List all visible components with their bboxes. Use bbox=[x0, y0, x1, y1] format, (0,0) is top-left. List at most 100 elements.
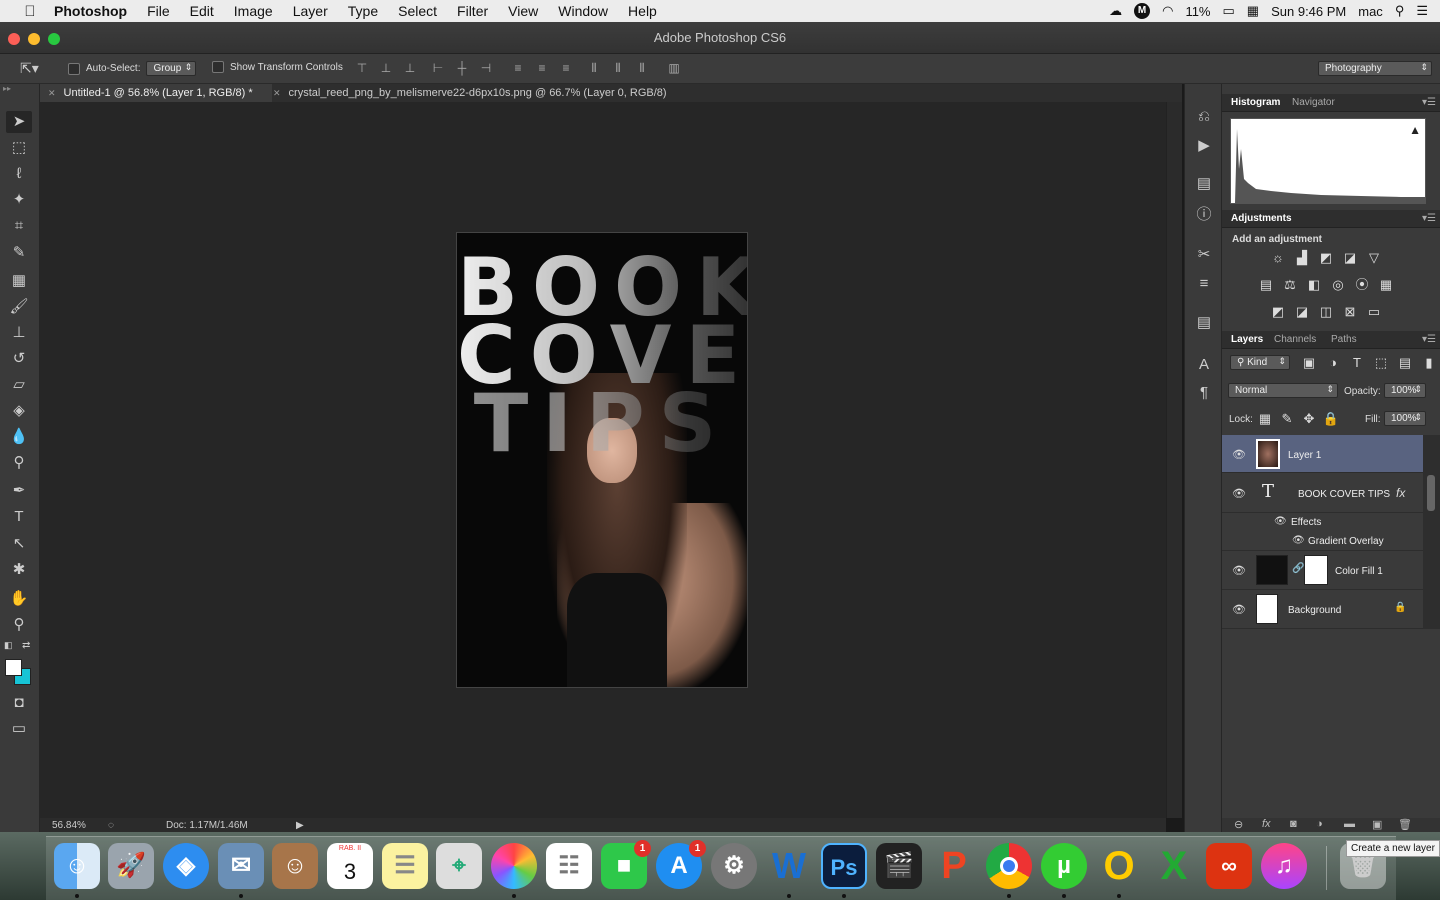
properties-panel-icon[interactable]: ▤ bbox=[1193, 173, 1215, 195]
distribute-vcenter-icon[interactable]: ≡ bbox=[534, 60, 550, 76]
dodge-tool-icon[interactable]: ⚲ bbox=[6, 452, 32, 474]
distribute-bottom-icon[interactable]: ≡ bbox=[558, 60, 574, 76]
app-store-icon[interactable]: A1 bbox=[656, 840, 706, 889]
layers-scroll-thumb[interactable] bbox=[1427, 475, 1435, 511]
default-colors-icon[interactable]: ◧ bbox=[4, 640, 13, 651]
utorrent-icon[interactable]: µ bbox=[1041, 843, 1087, 889]
distribute-top-icon[interactable]: ≡ bbox=[510, 60, 526, 76]
eraser-tool-icon[interactable]: ▱ bbox=[6, 374, 32, 396]
align-vertical-centers-icon[interactable]: ⊥ bbox=[378, 60, 394, 76]
distribute-left-icon[interactable]: ⫴ bbox=[586, 60, 602, 76]
layer-row-color-fill[interactable]: 👁 🔗 Color Fill 1 bbox=[1222, 551, 1423, 590]
layer-row-layer-1[interactable]: 👁 Layer 1 bbox=[1222, 435, 1423, 473]
lock-all-icon[interactable]: 🔒 bbox=[1322, 411, 1340, 427]
calendar-menu-icon[interactable]: ▦ bbox=[1247, 3, 1259, 19]
new-group-icon[interactable]: ▬ bbox=[1344, 818, 1355, 830]
mail-icon[interactable]: ✉ bbox=[218, 843, 264, 889]
paragraph-panel-icon[interactable]: ¶ bbox=[1193, 382, 1215, 404]
word-icon[interactable]: W bbox=[766, 843, 812, 889]
gradient-overlay-row[interactable]: 👁 Gradient Overlay bbox=[1222, 532, 1423, 551]
gradient-map-icon[interactable]: ▭ bbox=[1365, 304, 1383, 320]
maps-icon[interactable]: ⌖ bbox=[436, 843, 482, 889]
align-top-edges-icon[interactable]: ⊤ bbox=[354, 60, 370, 76]
user-name[interactable]: mac bbox=[1358, 4, 1383, 19]
link-icon[interactable]: 🔗 bbox=[1292, 563, 1304, 574]
filter-smart-object-icon[interactable]: ▤ bbox=[1396, 355, 1414, 371]
move-tool-icon[interactable]: ➤ bbox=[6, 111, 32, 133]
vibrance-icon[interactable]: ▽ bbox=[1365, 250, 1383, 266]
align-bottom-edges-icon[interactable]: ⊥ bbox=[402, 60, 418, 76]
visibility-eye-icon[interactable]: 👁 bbox=[1232, 564, 1246, 577]
brush-presets-icon[interactable]: ✂ bbox=[1193, 244, 1215, 266]
filter-shape-icon[interactable]: ⬚ bbox=[1372, 355, 1390, 371]
notes-icon[interactable]: ☰ bbox=[382, 843, 428, 889]
tab-histogram[interactable]: Histogram bbox=[1231, 94, 1280, 112]
layer-row-text[interactable]: 👁 T BOOK COVER TIPS fx bbox=[1222, 473, 1423, 513]
add-mask-icon[interactable]: ◙ bbox=[1290, 818, 1297, 830]
menu-view[interactable]: View bbox=[508, 3, 538, 19]
chrome-icon[interactable] bbox=[986, 843, 1032, 889]
tab-adjustments[interactable]: Adjustments bbox=[1231, 210, 1292, 228]
histogram-warning-icon[interactable]: ▲ bbox=[1409, 123, 1421, 137]
notification-center-icon[interactable]: ☰ bbox=[1416, 3, 1428, 19]
lock-position-icon[interactable]: ✥ bbox=[1300, 411, 1318, 427]
menu-edit[interactable]: Edit bbox=[190, 3, 214, 19]
color-lookup-icon[interactable]: ▦ bbox=[1377, 277, 1395, 293]
filter-kind-dropdown[interactable]: ⚲ Kind bbox=[1230, 355, 1290, 370]
foreground-color-swatch[interactable] bbox=[5, 659, 22, 676]
excel-icon[interactable]: X bbox=[1151, 843, 1197, 889]
posterize-icon[interactable]: ◪ bbox=[1293, 304, 1311, 320]
photos-icon[interactable] bbox=[491, 843, 537, 889]
menu-file[interactable]: File bbox=[147, 3, 170, 19]
visibility-eye-icon[interactable]: 👁 bbox=[1292, 535, 1305, 546]
brightness-contrast-icon[interactable]: ☼ bbox=[1269, 250, 1287, 266]
launchpad-icon[interactable]: 🚀 bbox=[108, 843, 154, 889]
malwarebytes-icon[interactable]: M bbox=[1134, 3, 1151, 19]
system-preferences-icon[interactable]: ⚙ bbox=[711, 843, 757, 889]
layers-scrollbar[interactable] bbox=[1423, 435, 1440, 629]
menu-type[interactable]: Type bbox=[348, 3, 378, 19]
color-balance-icon[interactable]: ⚖ bbox=[1281, 277, 1299, 293]
distribute-right-icon[interactable]: ⫴ bbox=[634, 60, 650, 76]
panel-menu-icon[interactable]: ▾☰ bbox=[1422, 331, 1436, 349]
curves-icon[interactable]: ◩ bbox=[1317, 250, 1335, 266]
tab-crystal-reed[interactable]: ✕ crystal_reed_png_by_melismerve22-d6px10… bbox=[265, 84, 695, 102]
close-tab-icon[interactable]: ✕ bbox=[48, 88, 56, 98]
filter-adjustment-icon[interactable]: ◑ bbox=[1324, 355, 1342, 371]
zoom-tool-icon[interactable]: ⚲ bbox=[6, 614, 32, 636]
pen-tool-icon[interactable]: ✒ bbox=[6, 480, 32, 502]
auto-select-dropdown[interactable]: Group bbox=[146, 61, 197, 76]
lock-transparent-icon[interactable]: ▦ bbox=[1256, 411, 1274, 427]
add-style-icon[interactable]: fx bbox=[1262, 818, 1271, 830]
layer-name[interactable]: Layer 1 bbox=[1288, 450, 1321, 461]
filter-toggle-icon[interactable]: ▮ bbox=[1420, 355, 1438, 371]
info-panel-icon[interactable]: ⓘ bbox=[1193, 204, 1215, 226]
menu-layer[interactable]: Layer bbox=[293, 3, 328, 19]
brush-tool-icon[interactable]: 🖌 bbox=[6, 296, 32, 318]
clone-stamp-tool-icon[interactable]: ⊥ bbox=[6, 322, 32, 344]
layer-effects-row[interactable]: 👁 Effects bbox=[1222, 513, 1423, 532]
visibility-eye-icon[interactable]: 👁 bbox=[1274, 516, 1287, 527]
reminders-icon[interactable]: ☷ bbox=[546, 843, 592, 889]
custom-shape-tool-icon[interactable]: ✱ bbox=[6, 559, 32, 581]
final-cut-icon[interactable]: 🎬 bbox=[876, 843, 922, 889]
fill-field[interactable]: 100% bbox=[1384, 411, 1426, 426]
app-menu[interactable]: Photoshop bbox=[54, 3, 127, 19]
layer-name[interactable]: BOOK COVER TIPS bbox=[1298, 489, 1390, 500]
itunes-icon[interactable]: ♫ bbox=[1261, 843, 1307, 889]
brush-panel-icon[interactable]: ≡ bbox=[1193, 273, 1215, 295]
actions-panel-icon[interactable]: ▶ bbox=[1193, 135, 1215, 157]
clock[interactable]: Sun 9:46 PM bbox=[1271, 4, 1346, 19]
history-panel-icon[interactable]: ⎌ bbox=[1193, 106, 1215, 128]
eyedropper-tool-icon[interactable]: ✎ bbox=[6, 242, 32, 264]
menu-help[interactable]: Help bbox=[628, 3, 657, 19]
crop-tool-icon[interactable]: ⌗ bbox=[6, 215, 32, 237]
tab-navigator[interactable]: Navigator bbox=[1292, 94, 1335, 112]
facetime-icon[interactable]: ■ 1 bbox=[601, 840, 651, 889]
visibility-eye-icon[interactable]: 👁 bbox=[1232, 487, 1246, 500]
minimize-window-button[interactable] bbox=[28, 33, 40, 45]
hue-saturation-icon[interactable]: ▤ bbox=[1257, 277, 1275, 293]
finder-icon[interactable]: ☺ bbox=[54, 843, 100, 889]
tab-layers[interactable]: Layers bbox=[1231, 331, 1263, 349]
show-transform-checkbox[interactable] bbox=[212, 61, 224, 73]
